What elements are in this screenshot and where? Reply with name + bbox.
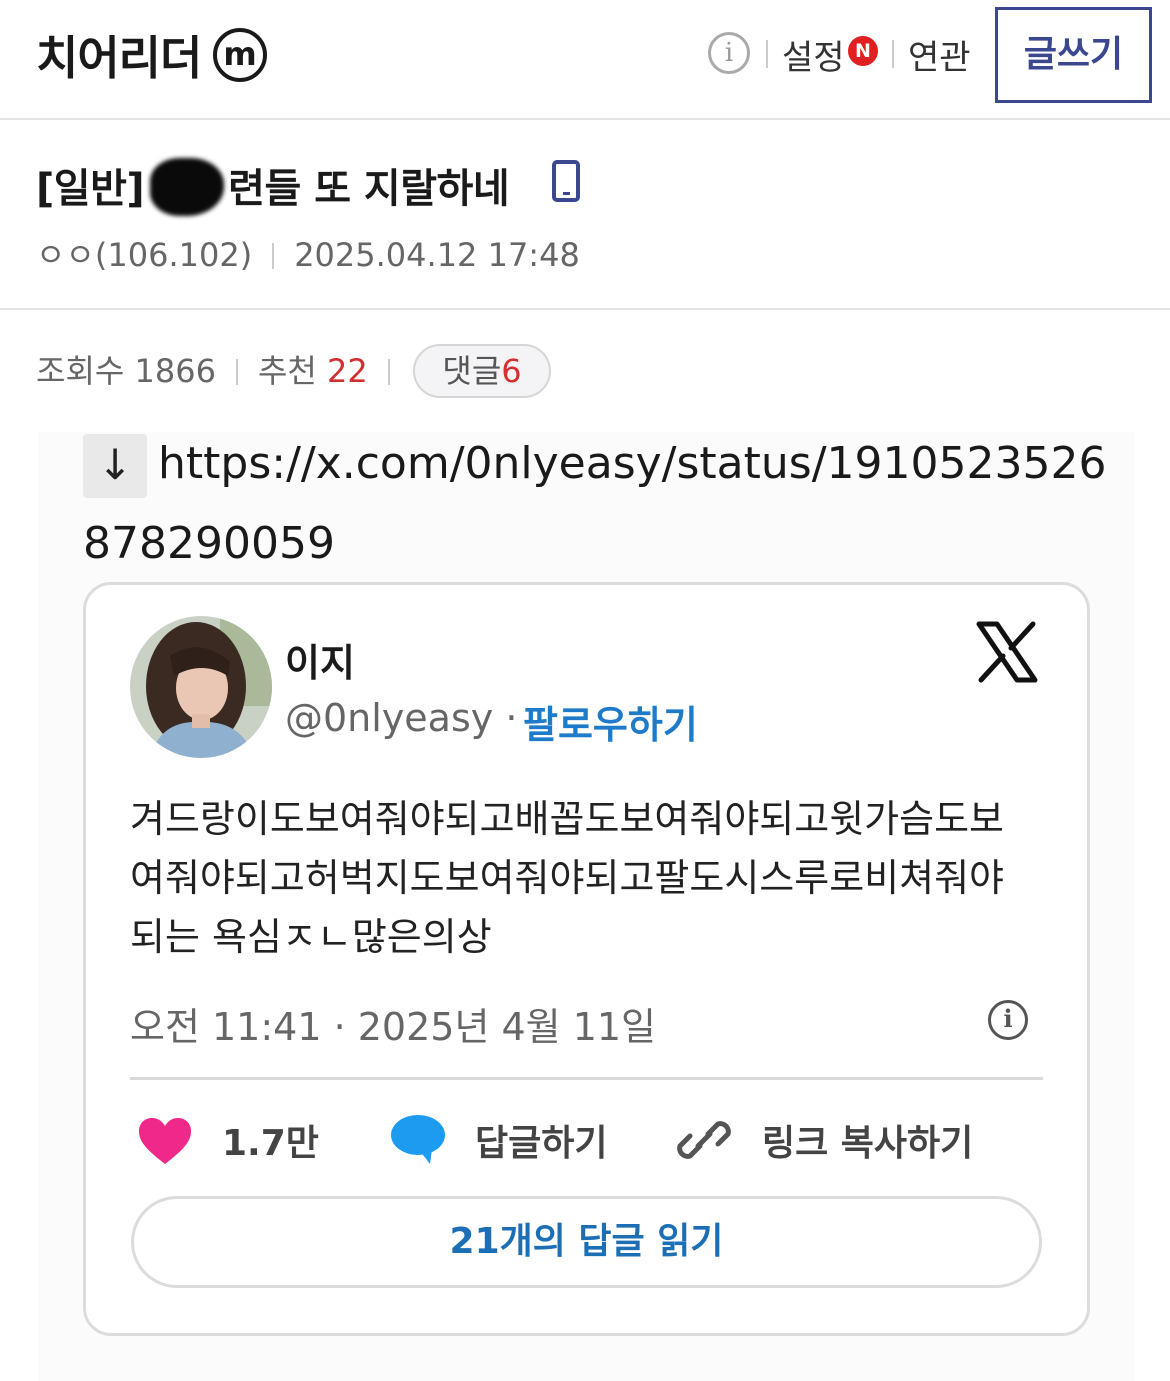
divider [892,40,894,68]
recommend-count: 22 [327,352,368,390]
tweet-author-handle[interactable]: @0nlyeasy · [285,696,517,740]
related-link[interactable]: 연관 [908,30,971,79]
x-logo-icon[interactable] [975,620,1039,684]
read-replies-button[interactable]: 21개의 답글 읽기 [131,1196,1042,1288]
redaction-scribble [150,158,225,216]
minor-gallery-badge-icon: m [213,28,267,82]
tweet-url[interactable]: https://x.com/0nlyeasy/status/1910523526 [158,438,1106,489]
handle-text: @0nlyeasy [285,696,494,740]
write-button[interactable]: 글쓰기 [995,7,1152,103]
tweet-url-continued[interactable]: 878290059 [83,518,335,569]
follow-button[interactable]: 팔로우하기 [523,694,698,749]
post-title: [일반] 련들 또 지랄하네 [36,156,510,216]
comments-button[interactable]: 댓글6 [413,344,551,398]
new-badge: N [848,36,878,66]
tweet-text: 겨드랑이도보여줘야되고배꼽도보여줘야되고윗가슴도보여줘야되고허벅지도보여줘야되고… [130,797,1005,959]
avatar[interactable] [130,616,272,758]
recommend-label: 추천 [257,352,317,390]
top-bar: 치어리더 m i 설정 N 연관 글쓰기 [0,0,1170,120]
like-count[interactable]: 1.7만 [222,1114,319,1166]
copy-link-button[interactable]: 링크 복사하기 [762,1114,973,1166]
comments-label: 댓글 [442,352,502,390]
post-date: 2025.04.12 17:48 [294,236,580,274]
reply-button[interactable]: 답글하기 [475,1114,607,1166]
info-icon[interactable]: i [708,32,750,74]
post-meta: ㅇㅇ(106.102) 2025.04.12 17:48 [36,230,580,276]
views-label: 조회수 [36,352,125,390]
post-header: [일반] 련들 또 지랄하네 ㅇㅇ(106.102) 2025.04.12 17:4… [0,122,1170,310]
comments-count: 6 [501,352,522,390]
tweet-timestamp[interactable]: 오전 11:41 · 2025년 4월 11일 [130,996,656,1051]
handle-separator: · [493,696,518,740]
post-category: [일반] [36,166,145,212]
post-title-text: 련들 또 지랄하네 [228,166,510,212]
tweet-author-name[interactable]: 이지 [285,632,355,687]
gallery-title[interactable]: 치어리더 [36,22,202,88]
divider [766,40,768,68]
mobile-icon [552,160,580,202]
info-icon[interactable]: i [988,1000,1028,1040]
settings-link[interactable]: 설정 [782,30,845,79]
post-stats: 조회수 1866 추천 22 [36,346,410,392]
views-count: 1866 [134,352,216,390]
tweet-divider [130,1077,1043,1080]
post-author[interactable]: ㅇㅇ(106.102) [36,236,252,274]
heart-icon[interactable] [137,1116,193,1166]
reply-bubble-icon[interactable] [390,1113,446,1165]
link-icon[interactable] [676,1114,732,1166]
down-arrow-icon: ↓ [83,434,147,498]
